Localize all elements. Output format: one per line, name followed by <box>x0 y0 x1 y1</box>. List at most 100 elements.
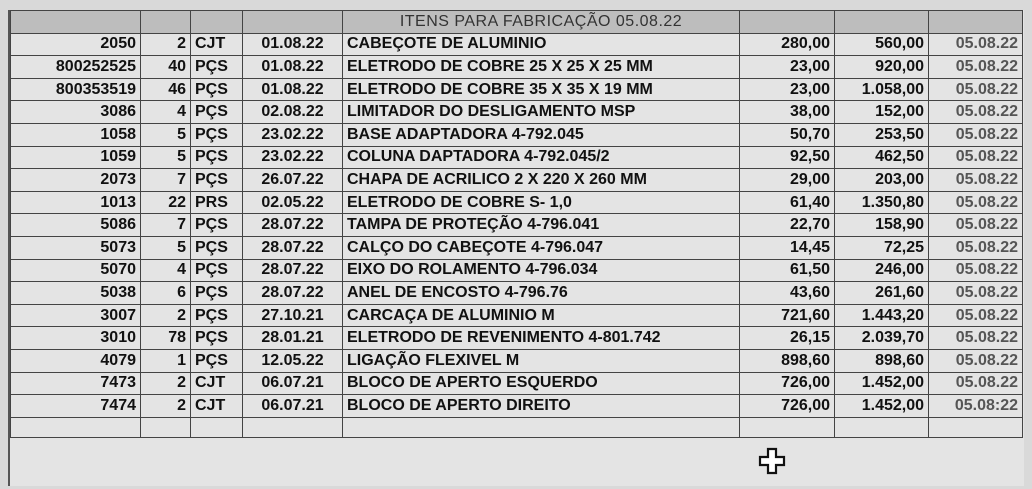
cell-code[interactable]: 1059 <box>10 145 141 170</box>
cell-description[interactable]: ELETRODO DE COBRE 25 X 25 X 25 MM <box>342 55 740 79</box>
cell-total[interactable]: 246,00 <box>834 258 929 283</box>
cell-code[interactable]: 5086 <box>10 213 141 237</box>
cell-qty[interactable]: 2 <box>140 371 191 396</box>
cell-total[interactable]: 1.452,00 <box>834 394 929 418</box>
cell-unit-price[interactable]: 22,70 <box>739 213 835 237</box>
cell-description[interactable]: EIXO DO ROLAMENTO 4-796.034 <box>342 258 740 283</box>
cell-unit-price[interactable]: 721,60 <box>739 303 835 328</box>
cell-qty[interactable]: 5 <box>140 235 191 260</box>
cell-unit-price[interactable]: 61,50 <box>739 258 835 283</box>
cell-code[interactable]: 5038 <box>10 281 141 305</box>
cell[interactable] <box>928 416 1023 438</box>
cell-unit[interactable]: PÇS <box>190 235 243 260</box>
cell-qty[interactable]: 1 <box>140 348 191 373</box>
cell-total[interactable]: 152,00 <box>834 100 929 124</box>
cell-unit[interactable]: PÇS <box>190 77 243 102</box>
cell[interactable] <box>739 416 835 438</box>
cell-total[interactable]: 462,50 <box>834 145 929 170</box>
cell-unit[interactable]: PÇS <box>190 122 243 147</box>
cell-total[interactable]: 72,25 <box>834 235 929 260</box>
cell-unit-price[interactable]: 280,00 <box>739 32 835 57</box>
cell-qty[interactable]: 7 <box>140 168 191 192</box>
cell-date[interactable]: 28.07.22 <box>242 281 343 305</box>
cell-delivery-date[interactable]: 05.08:22 <box>928 394 1023 418</box>
cell-description[interactable]: CALÇO DO CABEÇOTE 4-796.047 <box>342 235 740 260</box>
cell-unit-price[interactable]: 23,00 <box>739 55 835 79</box>
cell[interactable] <box>242 10 343 34</box>
cell-unit[interactable]: PÇS <box>190 281 243 305</box>
cell-unit[interactable]: CJT <box>190 394 243 418</box>
cell-qty[interactable]: 78 <box>140 326 191 350</box>
cell-description[interactable]: BLOCO DE APERTO DIREITO <box>342 394 740 418</box>
cell-description[interactable]: ELETRODO DE COBRE 35 X 35 X 19 MM <box>342 77 740 102</box>
cell-code[interactable]: 7474 <box>10 394 141 418</box>
cell-code[interactable]: 2050 <box>10 32 141 57</box>
cell[interactable] <box>834 10 929 34</box>
cell-total[interactable]: 898,60 <box>834 348 929 373</box>
cell-date[interactable]: 02.08.22 <box>242 100 343 124</box>
cell-total[interactable]: 261,60 <box>834 281 929 305</box>
cell-delivery-date[interactable]: 05.08.22 <box>928 326 1023 350</box>
cell-qty[interactable]: 2 <box>140 32 191 57</box>
cell-unit-price[interactable]: 726,00 <box>739 371 835 396</box>
cell-total[interactable]: 1.443,20 <box>834 303 929 328</box>
cell-delivery-date[interactable]: 05.08.22 <box>928 258 1023 283</box>
cell-qty[interactable]: 40 <box>140 55 191 79</box>
cell-unit[interactable]: CJT <box>190 32 243 57</box>
cell-description[interactable]: COLUNA DAPTADORA 4-792.045/2 <box>342 145 740 170</box>
cell-unit-price[interactable]: 43,60 <box>739 281 835 305</box>
cell-description[interactable]: ANEL DE ENCOSTO 4-796.76 <box>342 281 740 305</box>
cell-total[interactable]: 203,00 <box>834 168 929 192</box>
cell-code[interactable]: 4079 <box>10 348 141 373</box>
cell-qty[interactable]: 2 <box>140 303 191 328</box>
cell-date[interactable]: 06.07.21 <box>242 394 343 418</box>
cell-unit-price[interactable]: 61,40 <box>739 190 835 215</box>
cell-total[interactable]: 158,90 <box>834 213 929 237</box>
cell-date[interactable]: 28.07.22 <box>242 213 343 237</box>
cell-delivery-date[interactable]: 05.08.22 <box>928 281 1023 305</box>
cell-unit[interactable]: PÇS <box>190 258 243 283</box>
cell-unit[interactable]: PÇS <box>190 55 243 79</box>
cell-unit-price[interactable]: 14,45 <box>739 235 835 260</box>
cell-date[interactable]: 06.07.21 <box>242 371 343 396</box>
cell-description[interactable]: LIGAÇÃO FLEXIVEL M <box>342 348 740 373</box>
cell-qty[interactable]: 5 <box>140 122 191 147</box>
cell-date[interactable]: 23.02.22 <box>242 145 343 170</box>
cell-description[interactable]: TAMPA DE PROTEÇÃO 4-796.041 <box>342 213 740 237</box>
cell[interactable] <box>928 10 1023 34</box>
cell-unit-price[interactable]: 29,00 <box>739 168 835 192</box>
cell-delivery-date[interactable]: 05.08.22 <box>928 145 1023 170</box>
cell-unit[interactable]: CJT <box>190 371 243 396</box>
cell[interactable] <box>190 10 243 34</box>
cell-delivery-date[interactable]: 05.08.22 <box>928 77 1023 102</box>
cell-description[interactable]: ELETRODO DE COBRE S- 1,0 <box>342 190 740 215</box>
cell-description[interactable]: BLOCO DE APERTO ESQUERDO <box>342 371 740 396</box>
cell-delivery-date[interactable]: 05.08.22 <box>928 168 1023 192</box>
cell[interactable] <box>190 416 243 438</box>
cell-delivery-date[interactable]: 05.08.22 <box>928 348 1023 373</box>
cell-unit[interactable]: PÇS <box>190 326 243 350</box>
cell[interactable] <box>140 10 191 34</box>
cell[interactable] <box>140 416 191 438</box>
cell-code[interactable]: 5073 <box>10 235 141 260</box>
cell-qty[interactable]: 5 <box>140 145 191 170</box>
cell-description[interactable]: ELETRODO DE REVENIMENTO 4-801.742 <box>342 326 740 350</box>
cell-date[interactable]: 01.08.22 <box>242 55 343 79</box>
cell-code[interactable]: 7473 <box>10 371 141 396</box>
cell-total[interactable]: 560,00 <box>834 32 929 57</box>
cell-date[interactable]: 01.08.22 <box>242 32 343 57</box>
cell-unit[interactable]: PRS <box>190 190 243 215</box>
cell-qty[interactable]: 2 <box>140 394 191 418</box>
cell-unit-price[interactable]: 898,60 <box>739 348 835 373</box>
cell-unit[interactable]: PÇS <box>190 213 243 237</box>
cell-code[interactable]: 800353519 <box>10 77 141 102</box>
cell-code[interactable]: 5070 <box>10 258 141 283</box>
cell-date[interactable]: 28.07.22 <box>242 258 343 283</box>
cell-qty[interactable]: 4 <box>140 258 191 283</box>
cell-total[interactable]: 1.350,80 <box>834 190 929 215</box>
cell[interactable] <box>739 10 835 34</box>
cell-delivery-date[interactable]: 05.08.22 <box>928 100 1023 124</box>
cell-qty[interactable]: 46 <box>140 77 191 102</box>
cell[interactable] <box>10 10 141 34</box>
cell-total[interactable]: 1.452,00 <box>834 371 929 396</box>
